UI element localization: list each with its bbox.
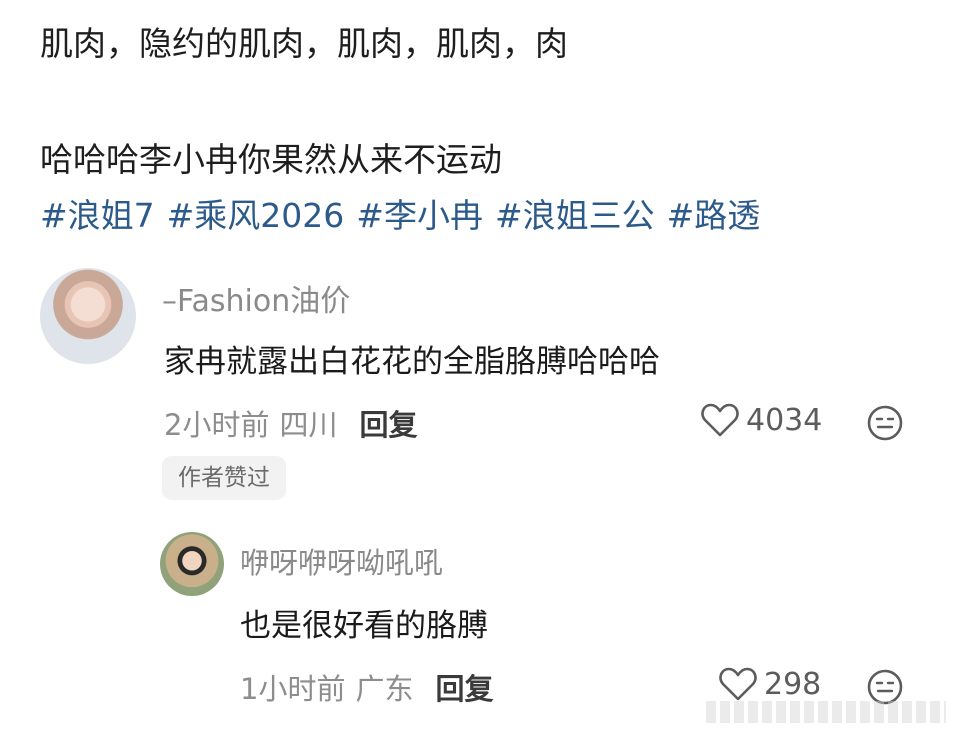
hashtag-link[interactable]: #李小冉 — [356, 196, 483, 235]
reply-like-button[interactable]: 298 — [718, 666, 821, 702]
reply-like-count: 298 — [764, 666, 822, 702]
hashtag-link[interactable]: #浪姐三公 — [495, 196, 655, 235]
reply-to-reply-button[interactable]: 回复 — [435, 672, 493, 706]
reply-avatar[interactable] — [160, 532, 224, 596]
commenter-username[interactable]: –Fashion油价 — [162, 276, 350, 320]
hashtag-link[interactable]: #路透 — [667, 196, 761, 235]
heart-outline-icon — [719, 667, 757, 701]
reply-button[interactable]: 回复 — [359, 408, 417, 442]
post-text-line-1: 肌肉，隐约的肌肉，肌肉，肌肉，肉 — [40, 24, 568, 63]
comment-meta: 2小时前 四川 回复 — [164, 402, 417, 444]
comment-time: 2小时前 — [164, 408, 270, 442]
reply-username[interactable]: 咿呀咿呀呦吼吼 — [240, 540, 443, 582]
reply-text: 也是很好看的胳膊 — [240, 608, 488, 644]
like-count: 4034 — [746, 402, 823, 438]
weibo-comment-screen: 肌肉，隐约的肌肉，肌肉，肌肉，肉 哈哈哈李小冉你果然从来不运动 #浪姐7 #乘风2… — [0, 0, 960, 731]
hashtag-link[interactable]: #浪姐7 — [40, 196, 155, 235]
author-liked-badge: 作者赞过 — [162, 456, 286, 500]
comment-location: 四川 — [279, 408, 338, 442]
reply-meta: 1小时前 广东 回复 — [240, 666, 493, 708]
heart-outline-icon — [701, 403, 739, 437]
post-text-line-2: 哈哈哈李小冉你果然从来不运动 — [40, 140, 502, 179]
like-button[interactable]: 4034 — [700, 402, 822, 438]
reply-location: 广东 — [355, 672, 414, 706]
reply-time: 1小时前 — [240, 672, 346, 706]
commenter-avatar[interactable] — [40, 268, 136, 364]
watermark — [706, 701, 946, 723]
emoji-face-icon[interactable] — [866, 404, 904, 442]
comment-text: 家冉就露出白花花的全脂胳膊哈哈哈 — [164, 344, 660, 380]
hashtag-row: #浪姐7 #乘风2026 #李小冉 #浪姐三公 #路透 — [40, 196, 772, 236]
hashtag-link[interactable]: #乘风2026 — [167, 196, 345, 235]
